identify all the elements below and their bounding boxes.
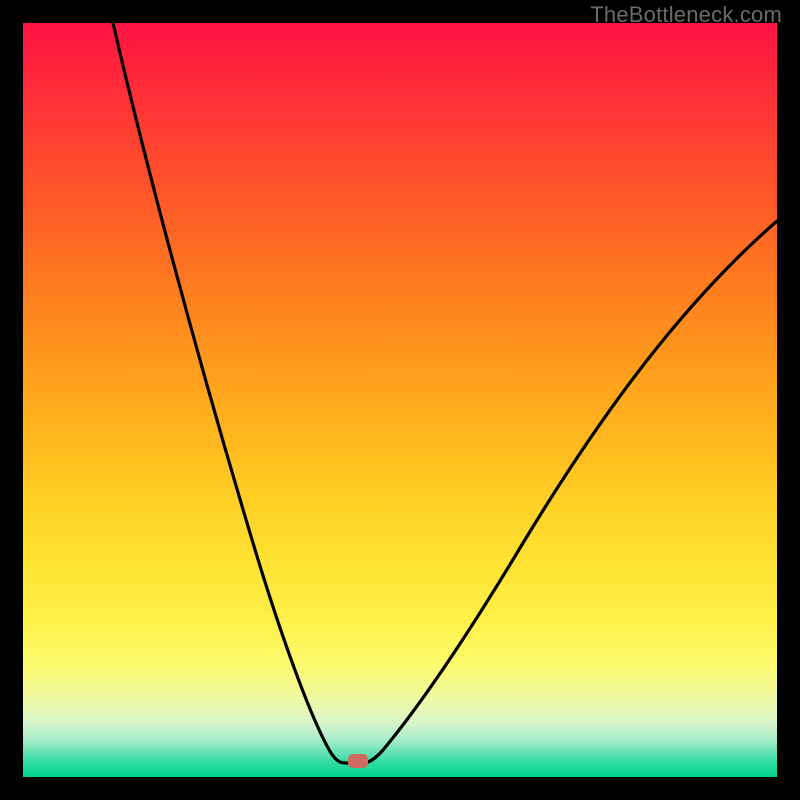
- bottleneck-curve: [23, 23, 777, 777]
- plot-area: [23, 23, 777, 777]
- curve-path: [113, 23, 777, 763]
- watermark-text: TheBottleneck.com: [590, 2, 782, 28]
- chart-frame: TheBottleneck.com: [0, 0, 800, 800]
- optimal-point-marker: [348, 754, 368, 768]
